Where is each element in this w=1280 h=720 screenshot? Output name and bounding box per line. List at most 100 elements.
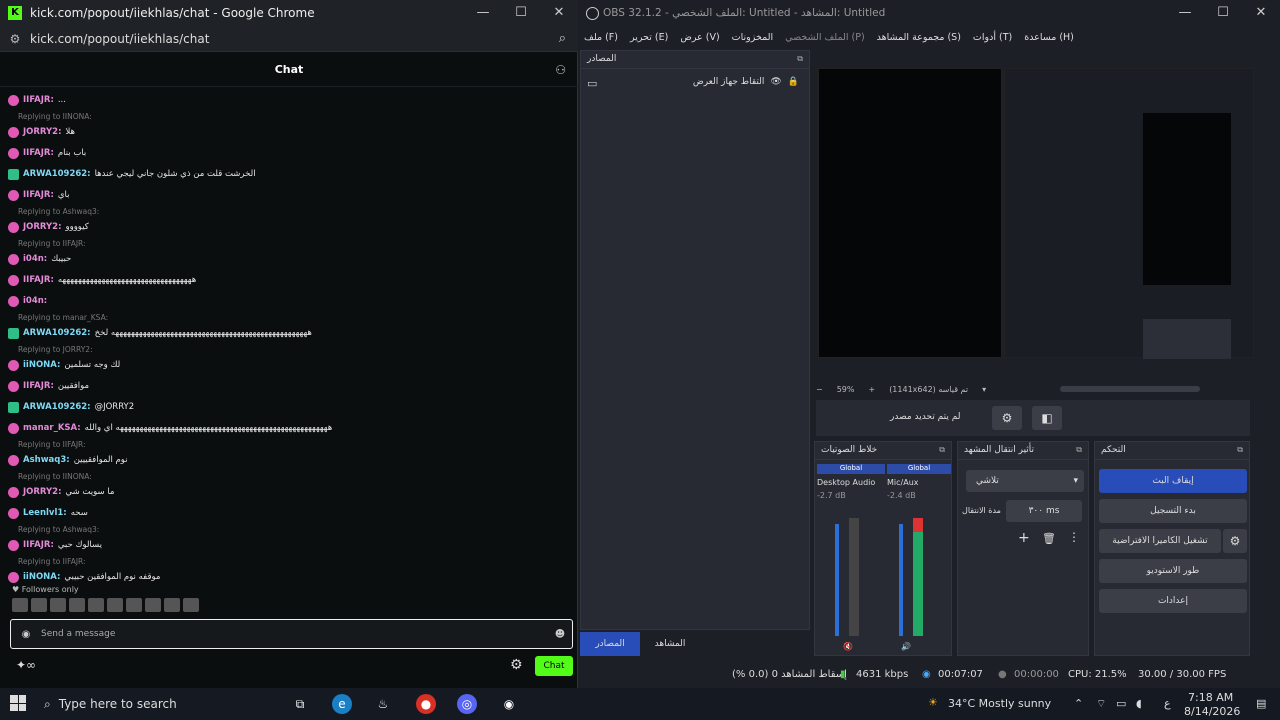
avatar[interactable] — [69, 598, 85, 612]
chat-message[interactable]: ARWA109262: الخرشت قلت من ذي شلون جاني لي… — [8, 164, 570, 185]
chat-message[interactable]: manar_KSA: هههههههههههههههههههههههههههههه… — [8, 418, 570, 439]
steam-icon[interactable]: ♨ — [373, 694, 393, 714]
chat-input-box[interactable]: ◉ ☻ — [10, 619, 573, 649]
network-icon[interactable]: ⌔ — [1096, 697, 1106, 711]
mixer-device-name[interactable]: Desktop Audio — [817, 478, 885, 487]
chat-message[interactable]: i04n: — [8, 291, 570, 312]
chat-message[interactable]: IIFAJR: يسالوك حبي — [8, 535, 570, 556]
chat-message[interactable]: IIFAJR: باب بنام — [8, 143, 570, 164]
chat-message[interactable]: IIFAJR: ههههههههههههههههههههههههههههههههه… — [8, 270, 570, 291]
chat-username[interactable]: Ashwaq3: — [23, 455, 70, 466]
chat-username[interactable]: ARWA109262: — [23, 169, 91, 180]
reply-context[interactable]: Replying to IIFAJR: — [8, 439, 570, 450]
reply-context[interactable]: Replying to JORRY2: — [8, 344, 570, 355]
undock-icon[interactable]: ⧉ — [1076, 445, 1082, 455]
emote-picker-icon[interactable]: ☻ — [548, 629, 572, 640]
chat-message-input[interactable] — [41, 629, 548, 639]
avatar[interactable] — [50, 598, 66, 612]
reply-context[interactable]: Replying to manar_KSA: — [8, 312, 570, 323]
reply-context[interactable]: Replying to IIFAJR: — [8, 238, 570, 249]
stop-streaming-button[interactable]: إيقاف البث — [1099, 469, 1247, 493]
tab-scenes[interactable]: المشاهد — [640, 632, 700, 656]
add-transition-icon[interactable]: + — [1018, 530, 1030, 546]
chrome-icon[interactable]: ● — [416, 694, 436, 714]
chat-message[interactable]: JORRY2: ما سويت شي — [8, 482, 570, 503]
chat-username[interactable]: JORRY2: — [23, 487, 61, 498]
avatar[interactable] — [164, 598, 180, 612]
reply-context[interactable]: Replying to Ashwaq3: — [8, 524, 570, 535]
discord-icon[interactable]: ◎ — [457, 694, 477, 714]
undock-icon[interactable]: ⧉ — [939, 445, 945, 455]
chat-message[interactable]: ARWA109262: ههههههههههههههههههههههههههههه… — [8, 323, 570, 344]
chat-message[interactable]: i04n: حبيبك — [8, 249, 570, 270]
menu-profile[interactable]: الملف الشخصي (P) — [779, 32, 871, 43]
chat-message[interactable]: IIFAJR: باي — [8, 185, 570, 206]
remove-transition-icon[interactable]: 🗑 — [1042, 532, 1056, 545]
chat-username[interactable]: i04n: — [23, 296, 47, 307]
start-recording-button[interactable]: بدء التسجيل — [1099, 499, 1247, 523]
address-bar[interactable]: ⚙ kick.com/popout/iiekhlas/chat ⌕ — [0, 26, 578, 52]
menu-docks[interactable]: المخزونات — [726, 32, 779, 43]
menu-edit[interactable]: تحرير (E) — [624, 32, 674, 43]
avatar[interactable] — [183, 598, 199, 612]
mixer-device-name[interactable]: Mic/Aux — [887, 478, 951, 487]
chat-message-list[interactable]: IIFAJR:... Replying to IINONA: JORRY2: هلا I… — [8, 90, 570, 598]
chat-message[interactable]: Ashwaq3: نوم الموافقييين — [8, 450, 570, 471]
url-text[interactable]: kick.com/popout/iiekhlas/chat — [30, 32, 209, 46]
settings-button[interactable]: إعدادات — [1099, 589, 1247, 613]
weather-text[interactable]: 34°C Mostly sunny — [948, 697, 1051, 710]
undock-icon[interactable]: ⧉ — [797, 54, 803, 64]
minimize-icon[interactable]: — — [464, 0, 502, 26]
chat-username[interactable]: IIFAJR: — [23, 95, 54, 106]
chat-username[interactable]: ARWA109262: — [23, 328, 91, 339]
chat-message[interactable]: JORRY2: هلا — [8, 122, 570, 143]
maximize-icon[interactable]: ☐ — [1204, 0, 1242, 26]
menu-file[interactable]: ملف (F) — [578, 32, 624, 43]
chat-username[interactable]: IIFAJR: — [23, 275, 54, 286]
chat-message[interactable]: iiNONA: لك وجه تسلمين — [8, 355, 570, 376]
taskbar-search[interactable]: ⌕ Type here to search — [44, 691, 304, 717]
avatar[interactable] — [107, 598, 123, 612]
obs-preview[interactable]: − 59% + (1141x642) تم قياسه ▾ — [816, 50, 1256, 397]
volume-slider[interactable] — [899, 524, 903, 636]
zoom-in-icon[interactable]: + — [868, 385, 875, 394]
reply-context[interactable]: Replying to IINONA: — [8, 111, 570, 122]
chat-username[interactable]: ARWA109262: — [23, 402, 91, 413]
tab-sources[interactable]: المصادر — [580, 632, 640, 656]
source-item[interactable]: التقاط جهاز العرض 👁 🔒 — [693, 77, 799, 87]
obs-icon[interactable]: ◉ — [499, 694, 519, 714]
chat-username[interactable]: Leenlvl1: — [23, 508, 67, 519]
chat-username[interactable]: JORRY2: — [23, 222, 61, 233]
menu-view[interactable]: عرض (V) — [674, 32, 725, 43]
avatar[interactable] — [31, 598, 47, 612]
virtual-camera-settings-icon[interactable]: ⚙ — [1223, 529, 1247, 553]
close-icon[interactable]: ✕ — [540, 0, 578, 26]
menu-help[interactable]: مساعدة (H) — [1018, 32, 1080, 43]
zoom-out-icon[interactable]: − — [816, 385, 823, 394]
windows-start-icon[interactable] — [10, 695, 26, 711]
menu-tools[interactable]: أدوات (T) — [967, 32, 1018, 43]
chat-username[interactable]: i04n: — [23, 254, 47, 265]
site-settings-icon[interactable]: ⚙ — [0, 32, 30, 46]
avatar[interactable] — [126, 598, 142, 612]
kick-points-icon[interactable]: ✦∞ — [16, 658, 36, 672]
chat-message[interactable]: IIFAJR:... — [8, 90, 570, 111]
visibility-eye-icon[interactable]: 👁 — [770, 77, 781, 87]
zoom-icon[interactable]: ⌕ — [559, 31, 566, 46]
chat-message[interactable]: Leenlvl1: سحه — [8, 503, 570, 524]
avatar[interactable] — [12, 598, 28, 612]
chat-message[interactable]: JORRY2: كيوووو — [8, 217, 570, 238]
send-chat-button[interactable]: Chat — [535, 656, 573, 676]
virtual-camera-button[interactable]: تشغيل الكاميرا الافتراضية — [1099, 529, 1221, 553]
chat-message[interactable]: iiNONA: موقفه نوم الموافقين حبيبي — [8, 567, 570, 588]
battery-icon[interactable]: ▭ — [1116, 697, 1126, 710]
clock-time[interactable]: 7:18 AM — [1188, 691, 1233, 704]
undock-icon[interactable]: ⧉ — [1237, 445, 1243, 455]
mute-icon[interactable]: 🔇 — [843, 642, 853, 651]
chat-settings-icon[interactable]: ⚙ — [510, 657, 523, 673]
edge-icon[interactable]: e — [332, 694, 352, 714]
menu-scene-collection[interactable]: مجموعة المشاهد (S) — [871, 32, 967, 43]
avatar[interactable] — [88, 598, 104, 612]
chat-message[interactable]: IIFAJR: موافقيين — [8, 376, 570, 397]
reply-context[interactable]: Replying to IINONA: — [8, 471, 570, 482]
